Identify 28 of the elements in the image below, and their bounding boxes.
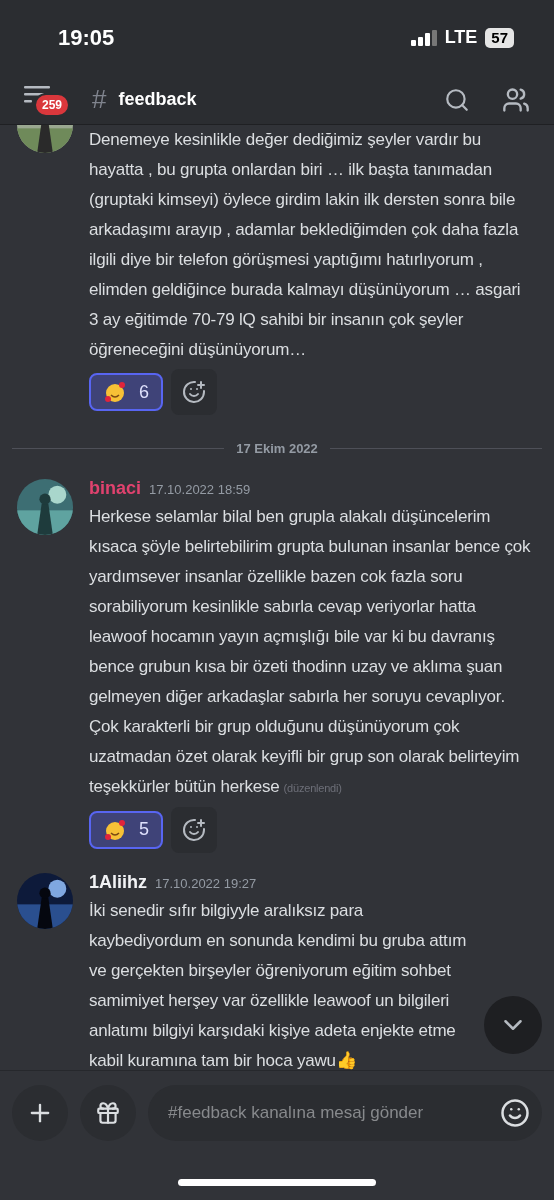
add-reaction-icon — [182, 817, 206, 842]
add-reaction-button[interactable] — [171, 806, 217, 853]
date-divider: 17 Ekim 2022 — [236, 440, 318, 458]
message-text: İki senedir sıfır bilgiyyle aralıksız para kaybediyordum en sonunda kendimi bu gruba attım ve gerçekten birşeyler öğreniyorum eğitim sohbet samimiyet herşey var özellikle leawoof un bilgileri anlatımı bilgiyi karşıdaki kişiye adeta enjekte etme kabil kuramına tam bir hoca yawu👍 — [89, 899, 468, 1070]
emoji-icon[interactable] — [500, 1098, 530, 1128]
message-timestamp: 17.10.2022 18:59 — [149, 480, 251, 499]
add-reaction-icon — [182, 380, 206, 404]
message-field[interactable]: #feedback kanalına mesaj gönder — [148, 1085, 542, 1141]
signal-icon — [410, 29, 437, 46]
message-timestamp: 17.10.2022 19:27 — [155, 874, 257, 893]
message-input[interactable]: #feedback kanalına mesaj gönder — [168, 1100, 500, 1126]
status-time: 19:05 — [58, 24, 115, 52]
channel-name: feedback — [118, 88, 197, 111]
author-name[interactable]: 1Aliihz — [89, 868, 147, 896]
add-reaction-button[interactable] — [171, 369, 217, 415]
notification-badge: 259 — [34, 92, 71, 117]
gift-icon — [95, 1100, 121, 1126]
network-label: LTE — [444, 26, 478, 49]
smiling-face-hearts-icon — [103, 817, 127, 842]
reaction-button[interactable]: 6 — [89, 373, 163, 411]
battery-indicator: 57 — [485, 27, 514, 48]
smiling-face-hearts-icon — [103, 380, 127, 404]
message-text: Herkese selamlar bilal ben grupla alakalı düşüncelerim kısaca şöyle belirtebilirim grupta bulunan insanlar bence çok yardımsever insanlar özellikle bazen cok fazla soru sorabiliyorum kesinlikle sabırla cevap veriyorlar hatta leawoof hocamın yayın açmışlığı bile var ki bu davranış bence grubun kısa bir özeti thodinn uzay ve aklıma şuan gelmeyen diğer arkadaşlar sabırla her soruyu cevaplıyor. Çok karakterli bir grup olduğunu düşünüyorum çok uzatmadan özet olarak keyifli bir grup son olarak belirteyim teşekkürler bütün herkese (düzenlendi) — [89, 505, 532, 798]
members-icon[interactable] — [502, 85, 530, 114]
reaction-button[interactable]: 5 — [89, 810, 163, 849]
search-icon[interactable] — [444, 86, 470, 113]
hash-symbol: # — [92, 83, 107, 116]
message-text: Denemeye kesinlikle değer dediğimiz şeyler vardır bu hayatta , bu grupta onlardan biri … ilk başta tanımadan (gruptaki kimseyi) öylece girdim lakin ilk dersten sonra bile arkadaşımı arayıp , adamlar beklediğimden çok daha fazla ilgili diye bir telefon görüşmesi yaptığımı hatırlıyorum , elimden geldiğince burada kalmayı düşünüyorum … asgari 3 ay eğitimde 70-79 lQ sahibi bir insanın çok şeyler öğreneceğini düşünüyorum… — [89, 129, 522, 361]
